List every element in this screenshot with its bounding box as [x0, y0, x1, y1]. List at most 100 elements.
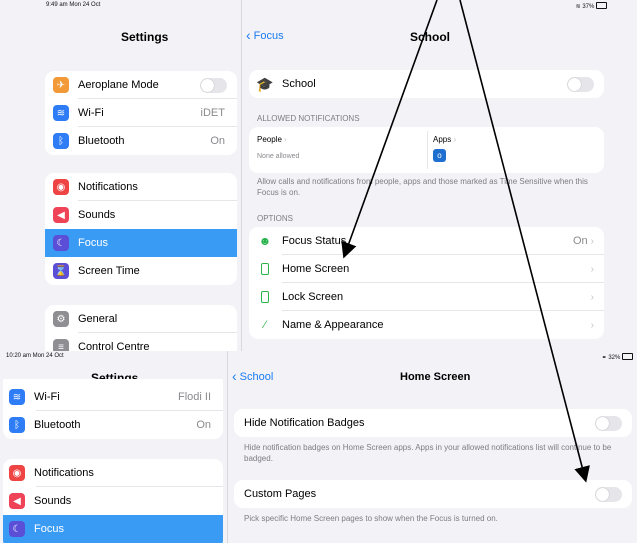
sidebar-item-label: General	[78, 313, 118, 325]
sidebar-item-label: Notifications	[78, 181, 138, 193]
sidebar-item-label: Aeroplane Mode	[78, 79, 159, 91]
bell-icon: ◉	[53, 179, 69, 195]
wifi-icon: ≋	[53, 105, 69, 121]
settings-sidebar: 10:20 am Mon 24 Oct Settings ≋ Wi-Fi Flo…	[0, 351, 227, 543]
graduation-cap-icon: 🎓	[256, 75, 274, 92]
school-label: School	[282, 78, 316, 90]
sidebar-item-general[interactable]: ⚙ General	[45, 305, 237, 333]
hide-notification-badges-row[interactable]: Hide Notification Badges	[234, 409, 632, 437]
hide-badges-toggle[interactable]	[595, 415, 622, 431]
moon-icon: ☾	[9, 521, 25, 537]
custom-pages-caption: Pick specific Home Screen pages to show …	[244, 514, 498, 523]
status-battery: ≋ 37%	[576, 2, 607, 10]
sidebar-item-aeroplane-mode[interactable]: ✈ Aeroplane Mode	[45, 71, 237, 99]
bluetooth-icon: ᛒ	[9, 417, 25, 433]
apps-link[interactable]: Apps ›	[433, 135, 456, 144]
sidebar-item-focus[interactable]: ☾ Focus	[3, 515, 223, 543]
wifi-network-value: iDET	[200, 107, 225, 119]
hide-badges-group: Hide Notification Badges	[234, 409, 632, 437]
moon-icon: ☾	[53, 235, 69, 251]
allowed-notifications-group: People › None allowed Apps › o	[249, 127, 604, 173]
sidebar-item-sounds[interactable]: ◀ Sounds	[3, 487, 223, 515]
connectivity-group: ✈ Aeroplane Mode ≋ Wi-Fi iDET ᛒ Bluetoot…	[45, 71, 237, 155]
sidebar-item-wifi[interactable]: ≋ Wi-Fi Flodi II	[3, 383, 223, 411]
settings-sidebar: 9:49 am Mon 24 Oct Settings ✈ Aeroplane …	[0, 0, 241, 351]
phone-icon	[257, 289, 273, 305]
allowed-notifications-header: ALLOWED NOTIFICATIONS	[257, 114, 360, 123]
phone-icon	[257, 261, 273, 277]
sidebar-item-label: Bluetooth	[34, 419, 81, 431]
options-group: ☻ Focus Status On › Home Screen › Lock S…	[249, 227, 604, 339]
name-appearance-row[interactable]: ⁄ Name & Appearance ›	[249, 311, 604, 339]
home-screen-label: Home Screen	[282, 263, 350, 275]
sidebar-item-bluetooth[interactable]: ᛒ Bluetooth On	[45, 127, 237, 155]
aeroplane-mode-toggle[interactable]	[200, 77, 227, 93]
focus-detail-pane: ≋ 37% ‹ Focus School 🎓 School ALLOWED NOT…	[242, 0, 637, 351]
bluetooth-icon: ᛒ	[53, 133, 69, 149]
school-focus-toggle[interactable]	[567, 76, 594, 92]
focus-status-value: On	[572, 235, 588, 247]
sidebar-item-label: Screen Time	[78, 265, 140, 277]
sidebar-item-screen-time[interactable]: ⌛ Screen Time	[45, 257, 237, 285]
chevron-left-icon: ‹	[246, 27, 251, 43]
sidebar-item-focus[interactable]: ☾ Focus	[45, 229, 237, 257]
screenshot-bottom: 10:20 am Mon 24 Oct Settings ≋ Wi-Fi Flo…	[0, 351, 637, 543]
chevron-left-icon: ‹	[232, 368, 237, 384]
chevron-right-icon: ›	[590, 263, 594, 275]
back-button[interactable]: ‹ Focus	[246, 27, 284, 43]
status-time: 10:20 am Mon 24 Oct	[6, 353, 64, 359]
options-header: OPTIONS	[257, 214, 294, 223]
hourglass-icon: ⌛	[53, 263, 69, 279]
sidebar-item-label: Sounds	[34, 495, 72, 507]
bluetooth-value: On	[196, 419, 211, 431]
sidebar-item-wifi[interactable]: ≋ Wi-Fi iDET	[45, 99, 237, 127]
chevron-right-icon: ›	[590, 319, 594, 331]
sidebar-item-notifications[interactable]: ◉ Notifications	[45, 173, 237, 201]
wifi-icon: ≋	[9, 389, 25, 405]
hide-badges-label: Hide Notification Badges	[244, 417, 365, 429]
speaker-icon: ◀	[53, 207, 69, 223]
name-appearance-label: Name & Appearance	[282, 319, 384, 331]
alerts-group: ◉ Notifications ◀ Sounds ☾ Focus	[3, 459, 223, 543]
allowed-notifications-caption: Allow calls and notifications from peopl…	[257, 177, 588, 197]
home-screen-detail-pane: ⚭ 32% ‹ School Home Screen Hide Notificat…	[228, 351, 637, 543]
lock-screen-row[interactable]: Lock Screen ›	[249, 283, 604, 311]
wifi-status-icon: ≋	[575, 4, 581, 10]
bluetooth-value: On	[210, 135, 225, 147]
focus-status-label: Focus Status	[282, 235, 347, 247]
bell-icon: ◉	[9, 465, 25, 481]
home-screen-row[interactable]: Home Screen ›	[249, 255, 604, 283]
focus-status-row[interactable]: ☻ Focus Status On ›	[249, 227, 604, 255]
link-status-icon: ⚭	[601, 355, 607, 361]
gear-icon: ⚙	[53, 311, 69, 327]
speaker-icon: ◀	[9, 493, 25, 509]
chevron-right-icon: ›	[590, 235, 594, 247]
people-link[interactable]: People ›	[257, 135, 287, 144]
sidebar-item-sounds[interactable]: ◀ Sounds	[45, 201, 237, 229]
people-value: None allowed	[257, 153, 300, 160]
sidebar-item-label: Sounds	[78, 209, 116, 221]
back-button[interactable]: ‹ School	[232, 368, 273, 384]
custom-pages-row[interactable]: Custom Pages	[234, 480, 632, 508]
page-title: Home Screen	[400, 371, 471, 383]
screenshot-top: 9:49 am Mon 24 Oct Settings ✈ Aeroplane …	[0, 0, 637, 351]
sidebar-item-label: Wi-Fi	[78, 107, 104, 119]
sidebar-item-bluetooth[interactable]: ᛒ Bluetooth On	[3, 411, 223, 439]
page-title: School	[410, 30, 451, 44]
chevron-right-icon: ›	[590, 291, 594, 303]
alerts-group: ◉ Notifications ◀ Sounds ☾ Focus ⌛ Scree…	[45, 173, 237, 285]
wifi-network-value: Flodi II	[177, 391, 211, 403]
sidebar-item-control-centre[interactable]: ≡ Control Centre	[45, 333, 237, 351]
sidebar-item-notifications[interactable]: ◉ Notifications	[3, 459, 223, 487]
custom-pages-group: Custom Pages	[234, 480, 632, 508]
hide-badges-caption: Hide notification badges on Home Screen …	[244, 443, 612, 463]
status-battery: ⚭ 32%	[602, 353, 633, 361]
school-focus-group: 🎓 School	[249, 70, 604, 98]
custom-pages-toggle[interactable]	[595, 486, 622, 502]
lock-screen-label: Lock Screen	[282, 291, 344, 303]
system-group: ⚙ General ≡ Control Centre	[45, 305, 237, 351]
school-focus-row[interactable]: 🎓 School	[249, 70, 604, 98]
status-time: 9:49 am Mon 24 Oct	[46, 2, 101, 8]
sidebar-item-label: Notifications	[34, 467, 94, 479]
sidebar-item-label: Focus	[34, 523, 64, 535]
